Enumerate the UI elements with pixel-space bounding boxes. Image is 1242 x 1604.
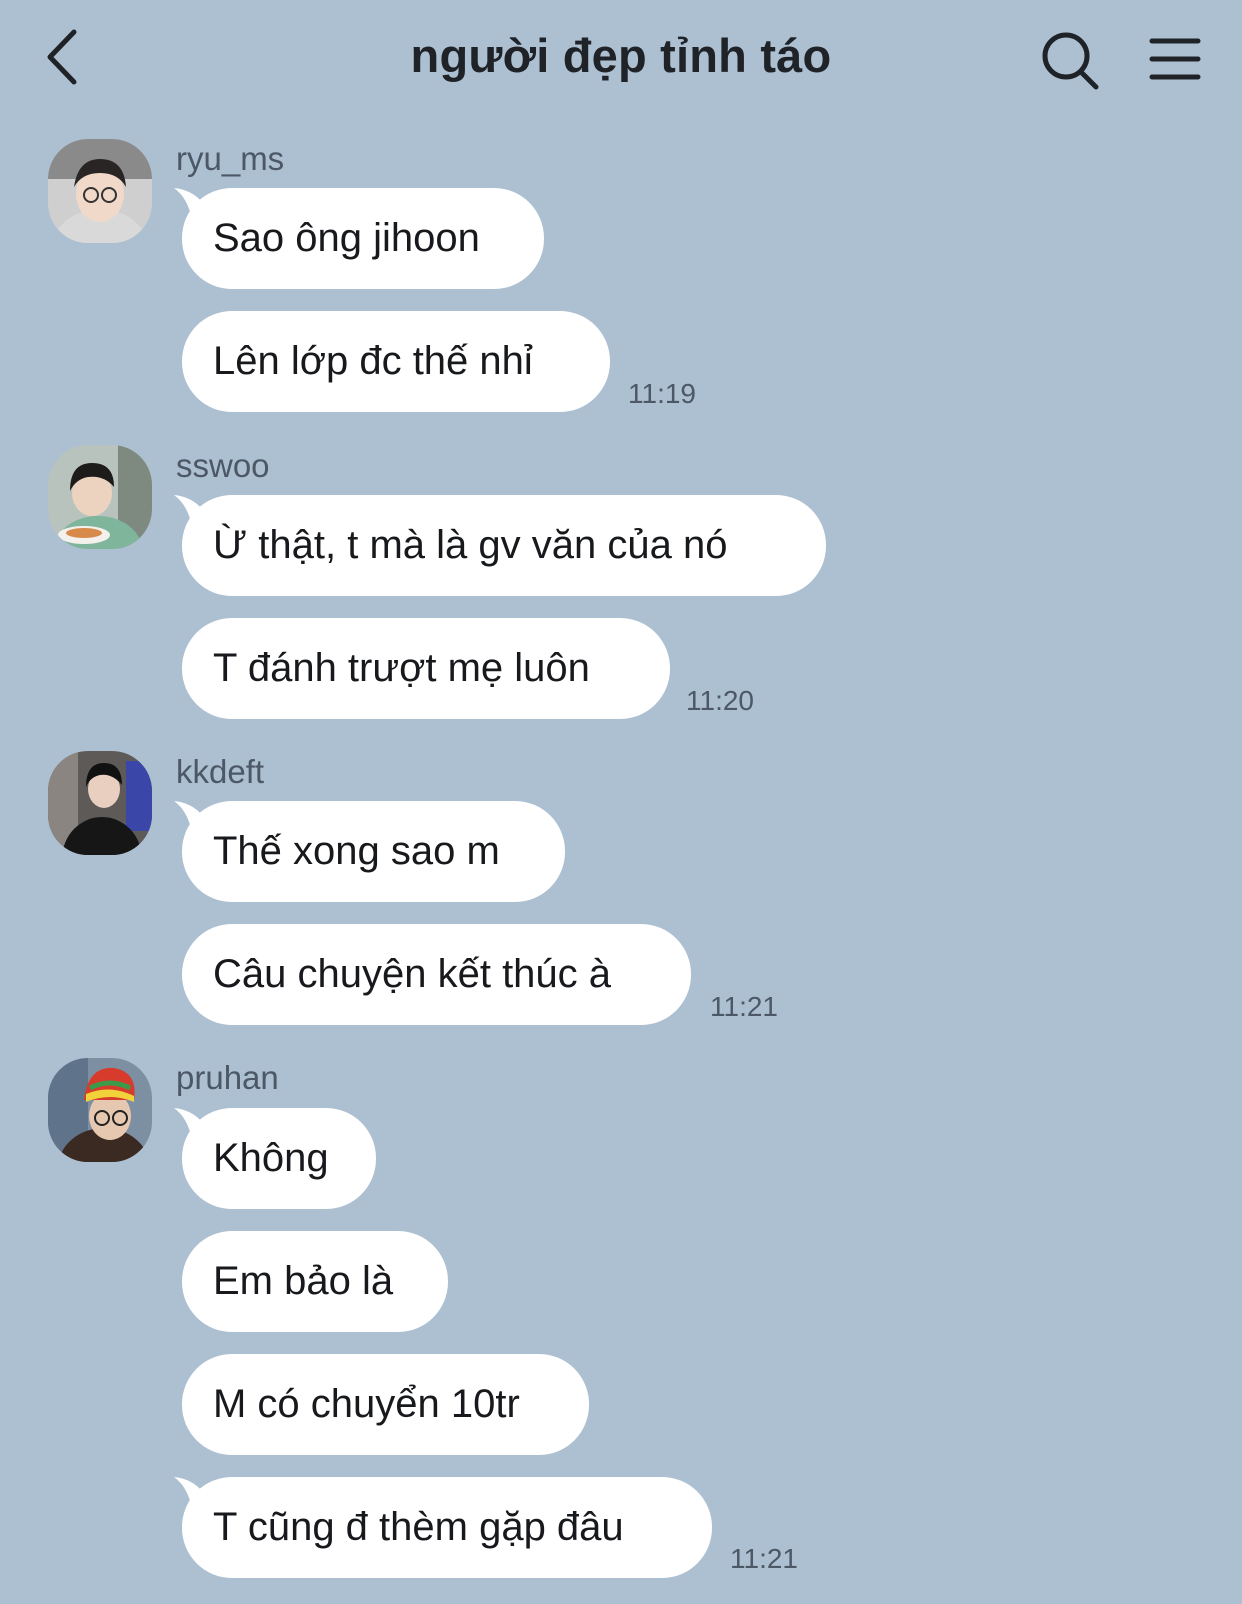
search-button[interactable] <box>1036 24 1106 94</box>
user-photo-icon <box>48 445 152 549</box>
message-text: Em bảo là <box>213 1259 394 1303</box>
search-icon <box>1042 32 1099 90</box>
sender-name: sswoo <box>176 447 270 484</box>
message-bubble[interactable]: Lên lớp đc thế nhỉ <box>182 311 610 412</box>
avatar-ryu-ms[interactable] <box>48 139 152 243</box>
menu-icon <box>1149 38 1201 80</box>
message-bubble[interactable]: Sao ông jihoon <box>174 188 544 289</box>
user-photo-icon <box>48 751 152 855</box>
user-photo-icon <box>48 1058 152 1162</box>
message-bubble[interactable]: T đánh trượt mẹ luôn <box>182 618 670 719</box>
message-text: Không <box>213 1136 329 1180</box>
message-time: 11:21 <box>710 991 778 1022</box>
message-text: Sao ông jihoon <box>213 216 480 260</box>
message-time: 11:20 <box>686 685 754 716</box>
message-bubble[interactable]: M có chuyển 10tr <box>182 1354 589 1455</box>
avatar-pruhan[interactable] <box>48 1058 152 1162</box>
message-text: M có chuyển 10tr <box>213 1382 520 1426</box>
avatar-sswoo[interactable] <box>48 445 152 549</box>
sender-name: kkdeft <box>176 753 265 790</box>
chat-header: người đẹp tỉnh táo <box>0 0 1242 120</box>
message-bubble[interactable]: Không <box>174 1108 376 1209</box>
message-bubble[interactable]: Ừ thật, t mà là gv văn của nó <box>174 495 826 596</box>
message-text: T đánh trượt mẹ luôn <box>213 646 590 690</box>
bubble-tail <box>174 1477 208 1509</box>
menu-button[interactable] <box>1148 30 1204 86</box>
message-bubble[interactable]: T cũng đ thèm gặp đâu <box>174 1477 712 1578</box>
message-bubble[interactable]: Em bảo là <box>182 1231 448 1332</box>
message-text: Thế xong sao m <box>213 829 500 873</box>
message-text: T cũng đ thèm gặp đâu <box>213 1505 624 1549</box>
bubble-tail <box>174 188 208 220</box>
message-text: Ừ thật, t mà là gv văn của nó <box>213 523 728 567</box>
message-bubble[interactable]: Thế xong sao m <box>174 801 565 902</box>
message-time: 11:19 <box>628 378 696 409</box>
message-text: Lên lớp đc thế nhỉ <box>213 339 533 383</box>
user-photo-icon <box>48 139 152 243</box>
message-text: Câu chuyện kết thúc à <box>213 952 612 996</box>
sender-name: ryu_ms <box>176 140 285 177</box>
sender-name: pruhan <box>176 1059 279 1096</box>
bubble-tail <box>174 801 208 833</box>
message-bubble[interactable]: Câu chuyện kết thúc à <box>182 924 691 1025</box>
message-time: 11:21 <box>730 1543 798 1574</box>
bubble-tail <box>174 495 208 527</box>
avatar-kkdeft[interactable] <box>48 751 152 855</box>
bubble-tail <box>174 1108 208 1140</box>
